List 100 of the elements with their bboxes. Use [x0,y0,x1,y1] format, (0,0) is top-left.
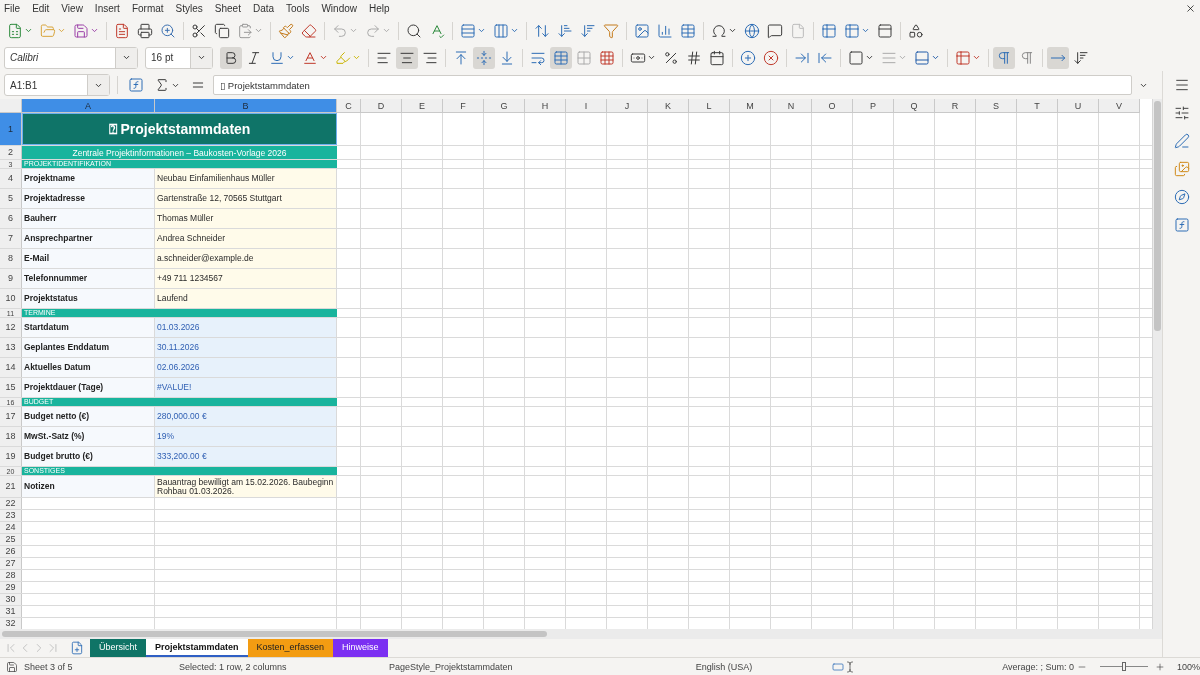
navigator-button[interactable] [1173,189,1190,205]
language-status: English (USA) [694,661,754,672]
column-header[interactable]: G [484,99,525,113]
row-header[interactable]: 28 [0,570,22,581]
add-sheet-button[interactable] [70,639,84,657]
row-header[interactable]: 4 [0,169,22,188]
column-header[interactable]: F [443,99,484,113]
italic-icon [246,49,262,66]
row-header[interactable]: 5 [0,189,22,208]
slider-thumb[interactable] [1122,662,1126,671]
column-header[interactable]: V [1099,99,1140,113]
row-header[interactable]: 12 [0,318,22,337]
row-header[interactable]: 14 [0,358,22,377]
menu-item[interactable]: Format [131,3,171,14]
row-header[interactable]: 26 [0,546,22,557]
sheet-tab[interactable]: Übersicht [90,639,146,657]
column-header[interactable]: I [566,99,607,113]
pdf-export-icon [114,22,130,39]
row-header[interactable]: 19 [0,447,22,466]
formula-input[interactable]: ▯ Projektstammdaten [213,75,1132,95]
column-header[interactable]: O [812,99,853,113]
row-header[interactable]: 27 [0,558,22,569]
table-cell: Andrea Schneider [155,229,337,248]
menu-item[interactable]: View [61,3,90,14]
sheet-tab[interactable]: Projektstammdaten [146,639,248,657]
merge-center-button[interactable] [550,46,572,69]
border-color-icon [914,49,930,66]
row-header[interactable]: 7 [0,229,22,248]
row-header[interactable]: 22 [0,498,22,509]
table-cell: a.schneider@example.de [155,249,337,268]
row-header[interactable]: 32 [0,618,22,629]
menu-item[interactable]: Tools [286,3,317,14]
properties-button[interactable] [1173,105,1190,121]
align-middle-button[interactable] [473,46,495,69]
row-header[interactable]: 10 [0,289,22,308]
column-header[interactable]: M [730,99,771,113]
hyperlink-icon [744,22,760,39]
column-header[interactable]: E [402,99,443,113]
ltr-button[interactable] [993,46,1015,69]
column-header[interactable]: U [1058,99,1099,113]
row-header[interactable]: 31 [0,606,22,617]
row-header[interactable]: 21 [0,476,22,497]
gallery-button[interactable] [1173,161,1190,177]
scrollbar-thumb[interactable] [2,631,547,637]
row-header[interactable]: 18 [0,427,22,446]
menu-button[interactable] [1173,77,1190,93]
sheet-tab[interactable]: Kosten_erfassen [247,639,334,657]
row-header[interactable]: 6 [0,209,22,228]
conditional-icon [955,49,971,66]
bold-button[interactable] [220,46,242,69]
row-header[interactable]: 24 [0,522,22,533]
column-header[interactable]: H [525,99,566,113]
column-header[interactable]: P [853,99,894,113]
column-header[interactable]: A [22,99,155,113]
row-header[interactable]: 8 [0,249,22,268]
column-header[interactable]: B [155,99,337,113]
menu-item[interactable]: Styles [175,3,210,14]
cut-icon [191,22,207,39]
row-header[interactable]: 2 [0,146,22,159]
menu-item[interactable]: Edit [32,3,57,14]
header-footer-icon [790,22,806,39]
column-header[interactable]: L [689,99,730,113]
styles-button[interactable] [1173,133,1190,149]
row-header[interactable]: 15 [0,378,22,397]
column-header[interactable]: Q [894,99,935,113]
font-name-field[interactable]: Calibri [4,46,138,69]
scrollbar-thumb[interactable] [1154,101,1161,331]
align-center-button[interactable] [396,46,418,69]
sheet-tab[interactable]: Hinweise [333,639,388,657]
row-header[interactable]: 25 [0,534,22,545]
column-header[interactable]: C [337,99,361,113]
column-header[interactable]: S [976,99,1017,113]
menu-item[interactable]: Data [252,3,282,14]
row-header[interactable]: 30 [0,594,22,605]
name-box[interactable]: A1:B1 [4,74,110,96]
table-cell: 01.03.2026 [155,318,337,337]
column-header[interactable]: N [771,99,812,113]
row-header[interactable]: 1 [0,113,22,145]
row-header[interactable]: 9 [0,269,22,288]
menu-item[interactable]: File [4,3,28,14]
column-header[interactable]: D [361,99,402,113]
functions-button[interactable] [1173,217,1190,233]
row-header[interactable]: 29 [0,582,22,593]
column-header[interactable]: R [935,99,976,113]
font-size-field[interactable]: 16 pt [145,46,213,69]
text-cursor-icon [844,660,856,673]
pivot-table-icon [680,22,696,39]
row-header[interactable]: 23 [0,510,22,521]
paste-icon [237,22,253,39]
close-button[interactable] [1185,3,1196,14]
first-icon [4,641,18,655]
row-header[interactable]: 13 [0,338,22,357]
menu-item[interactable]: Insert [94,3,127,14]
menu-item[interactable]: Sheet [214,3,248,14]
column-header[interactable]: J [607,99,648,113]
menu-item[interactable]: Help [369,3,397,14]
column-header[interactable]: K [648,99,689,113]
menu-item[interactable]: Window [321,3,364,14]
row-header[interactable]: 17 [0,407,22,426]
column-header[interactable]: T [1017,99,1058,113]
